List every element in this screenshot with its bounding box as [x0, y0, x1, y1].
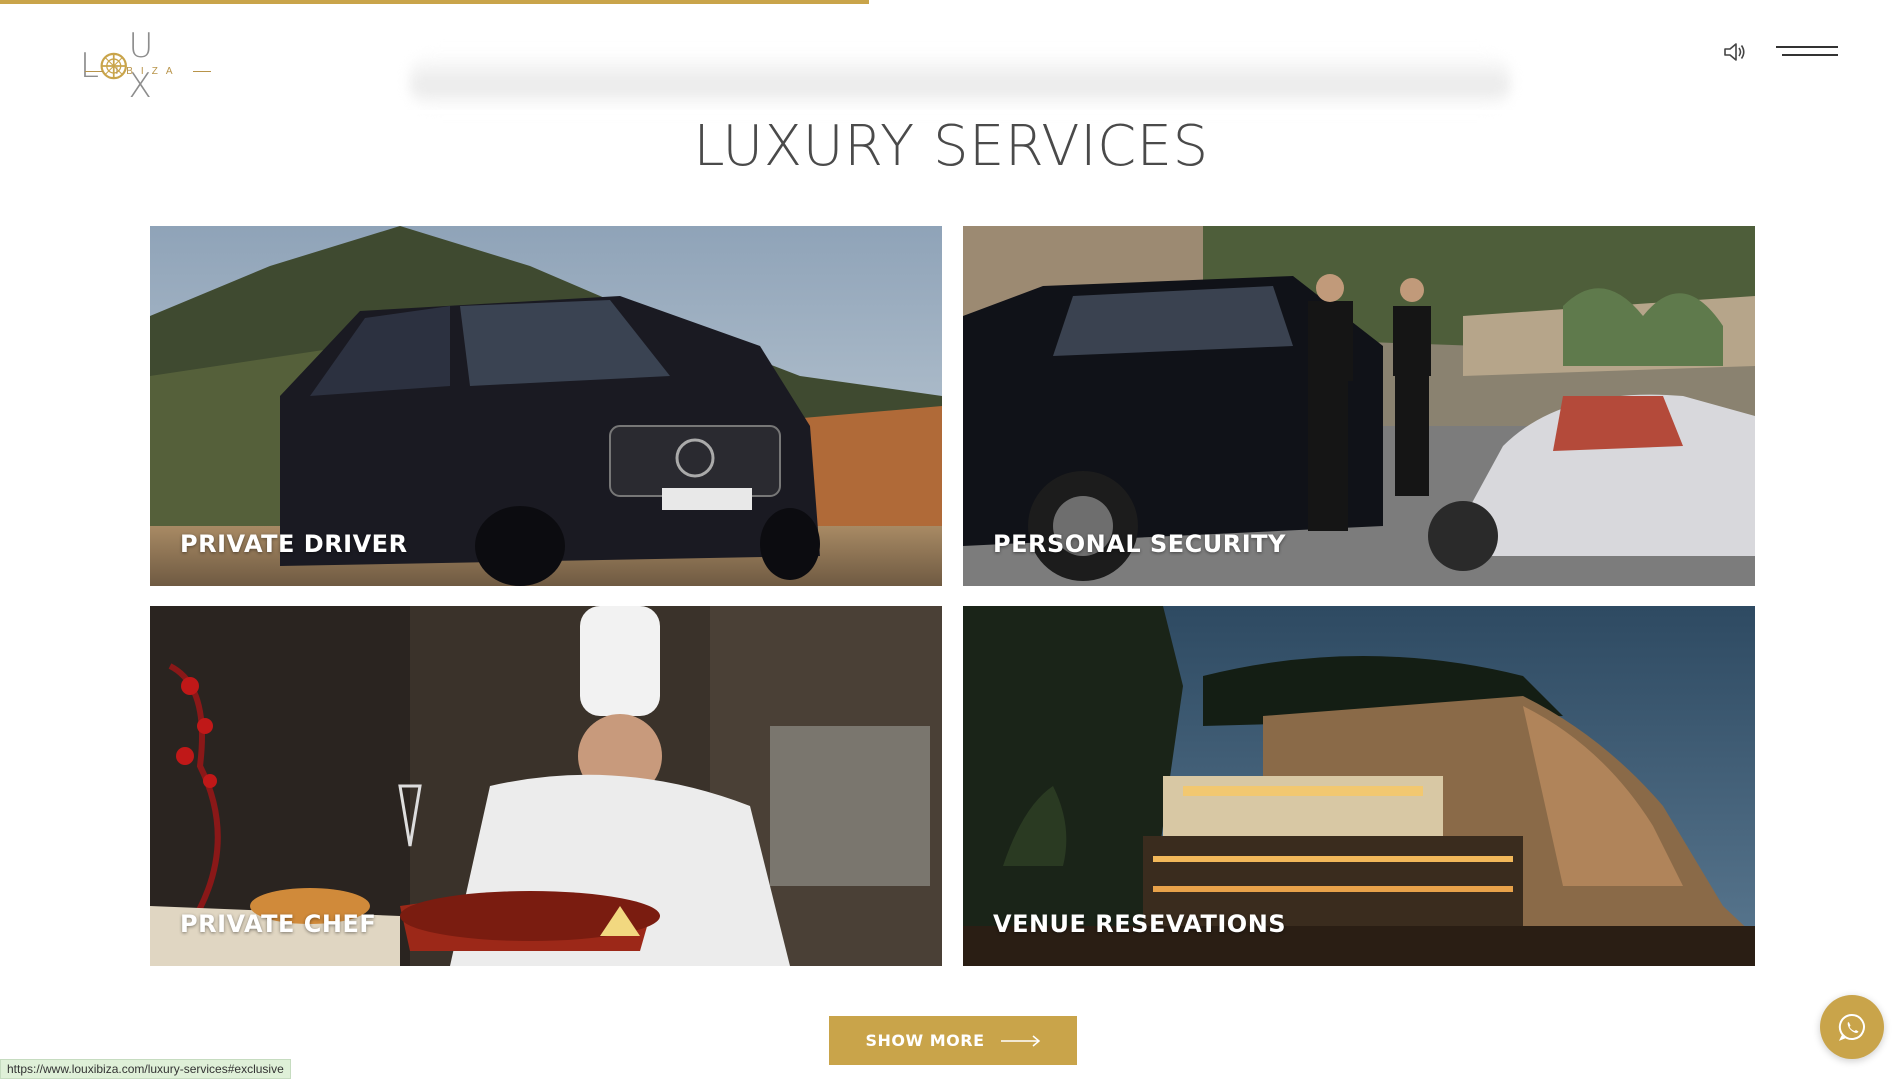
blurred-header-banner [410, 52, 1510, 110]
logo-dash-right [192, 71, 211, 72]
whatsapp-chat-button[interactable] [1820, 995, 1884, 1059]
logo-subtitle-row: IBIZA [78, 66, 218, 77]
hamburger-menu-button[interactable] [1776, 44, 1838, 60]
card-label: PRIVATE DRIVER [180, 530, 408, 558]
page-title: LUXURY SERVICES [693, 114, 1209, 179]
long-arrow-right-icon [1000, 1034, 1040, 1047]
service-card-venue-reservations[interactable]: VENUE RESEVATIONS [963, 606, 1755, 966]
scroll-progress-bar [0, 0, 870, 4]
sound-toggle-button[interactable] [1722, 40, 1748, 64]
status-bar-url: https://www.louxibiza.com/luxury-service… [0, 1059, 291, 1079]
card-label: VENUE RESEVATIONS [993, 910, 1287, 938]
service-card-private-driver[interactable]: PRIVATE DRIVER [150, 226, 942, 586]
service-card-private-chef[interactable]: PRIVATE CHEF [150, 606, 942, 966]
logo-subtitle: IBIZA [115, 66, 181, 77]
menu-line-bottom [1782, 54, 1838, 56]
card-label: PERSONAL SECURITY [993, 530, 1286, 558]
show-more-label: SHOW MORE [865, 1031, 985, 1050]
whatsapp-icon [1838, 1013, 1865, 1041]
service-card-personal-security[interactable]: PERSONAL SECURITY [963, 226, 1755, 586]
logo-dash-left [85, 71, 104, 72]
logo[interactable]: L U X IBIZA [78, 26, 218, 106]
show-more-button[interactable]: SHOW MORE [829, 1016, 1077, 1065]
speaker-icon [1724, 43, 1745, 61]
card-label: PRIVATE CHEF [180, 910, 377, 938]
menu-line-top [1776, 46, 1838, 48]
